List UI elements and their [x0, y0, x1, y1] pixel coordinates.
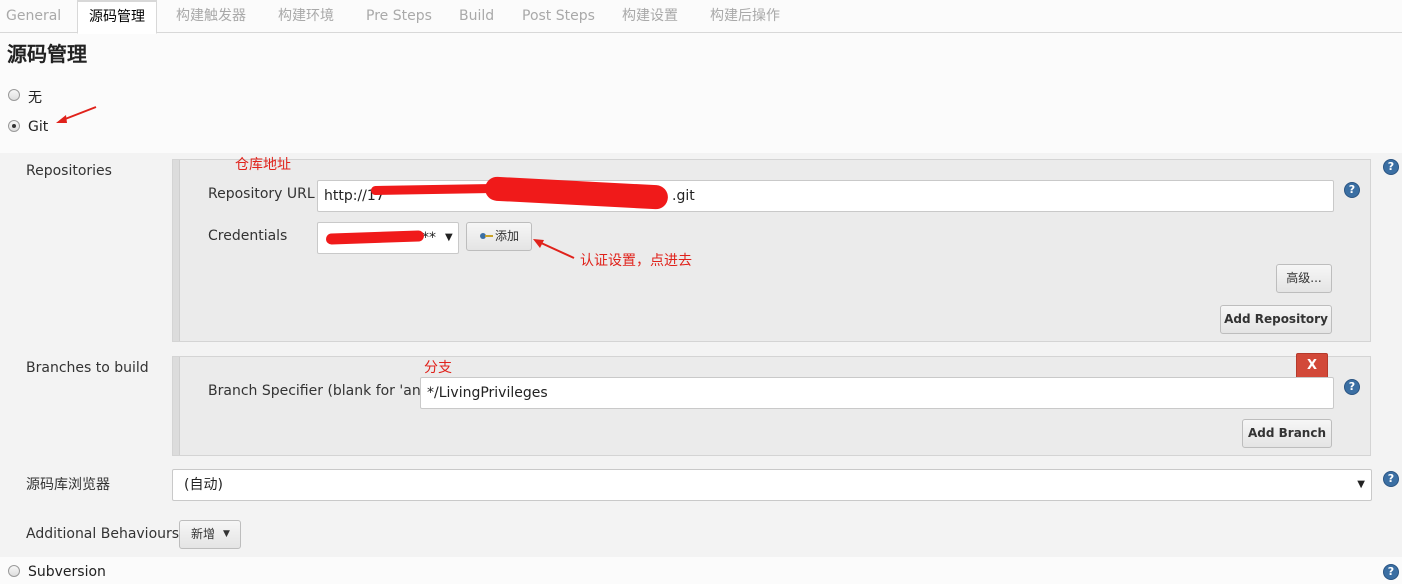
- repository-browser-label: 源码库浏览器: [26, 477, 110, 493]
- scm-none-radio[interactable]: [8, 89, 20, 101]
- tab-general[interactable]: General: [6, 0, 61, 33]
- chevron-down-icon: ▼: [1357, 479, 1365, 490]
- annotation-repo-address: 仓库地址: [235, 157, 291, 173]
- credentials-label: Credentials: [208, 228, 288, 244]
- repositories-label: Repositories: [26, 163, 112, 179]
- add-behaviour-button[interactable]: 新增 ▼: [179, 520, 241, 549]
- tab-bar: General 源码管理 构建触发器 构建环境 Pre Steps Build …: [0, 0, 1402, 34]
- annotation-arrow-git-icon: [56, 106, 97, 123]
- annotation-auth-setting: 认证设置，点进去: [580, 253, 692, 269]
- tab-scm[interactable]: 源码管理: [77, 0, 157, 34]
- scm-svn-label: Subversion: [28, 564, 106, 580]
- tab-build[interactable]: Build: [459, 0, 494, 33]
- branch-specifier-help-icon[interactable]: ?: [1344, 379, 1360, 395]
- tab-pre-steps[interactable]: Pre Steps: [366, 0, 432, 33]
- branch-specifier-input[interactable]: */LivingPrivileges: [420, 377, 1334, 409]
- branch-specifier-label: Branch Specifier (blank for 'any'): [208, 383, 439, 399]
- tab-post-steps[interactable]: Post Steps: [522, 0, 595, 33]
- caret-down-icon: ▼: [223, 529, 230, 539]
- subversion-help-icon[interactable]: ?: [1383, 564, 1399, 580]
- page-title: 源码管理: [7, 42, 87, 66]
- repository-browser-help-icon[interactable]: ?: [1383, 471, 1399, 487]
- advanced-button[interactable]: 高级...: [1276, 264, 1332, 293]
- additional-behaviours-label: Additional Behaviours: [26, 526, 180, 542]
- scm-git-radio[interactable]: [8, 120, 20, 132]
- annotation-branch: 分支: [424, 360, 452, 376]
- scm-svn-radio[interactable]: [8, 565, 20, 577]
- tab-build-environment[interactable]: 构建环境: [278, 0, 334, 33]
- tab-build-settings[interactable]: 构建设置: [622, 0, 678, 33]
- tab-build-triggers[interactable]: 构建触发器: [176, 0, 246, 33]
- repository-browser-select[interactable]: (自动) ▼: [172, 469, 1372, 501]
- scm-git-label: Git: [28, 119, 49, 135]
- tab-post-build-actions[interactable]: 构建后操作: [710, 0, 780, 33]
- repositories-help-icon[interactable]: ?: [1383, 159, 1399, 175]
- add-branch-button[interactable]: Add Branch: [1242, 419, 1332, 448]
- repository-browser-value: (自动): [184, 477, 223, 493]
- scm-none-label: 无: [28, 90, 42, 106]
- branches-label: Branches to build: [26, 360, 149, 376]
- add-credentials-button[interactable]: 添加: [466, 222, 532, 251]
- key-icon: [479, 223, 493, 250]
- chevron-down-icon: ▼: [445, 232, 453, 243]
- add-credentials-label: 添加: [494, 229, 519, 243]
- repository-url-label: Repository URL: [208, 186, 315, 202]
- repository-url-help-icon[interactable]: ?: [1344, 182, 1360, 198]
- annotation-arrow-credentials-icon: [533, 239, 575, 259]
- delete-branch-button[interactable]: X: [1296, 353, 1328, 379]
- credentials-value: **: [422, 230, 436, 246]
- repository-url-suffix: .git: [672, 188, 695, 204]
- add-behaviour-label: 新增: [191, 527, 216, 541]
- add-repository-button[interactable]: Add Repository: [1220, 305, 1332, 334]
